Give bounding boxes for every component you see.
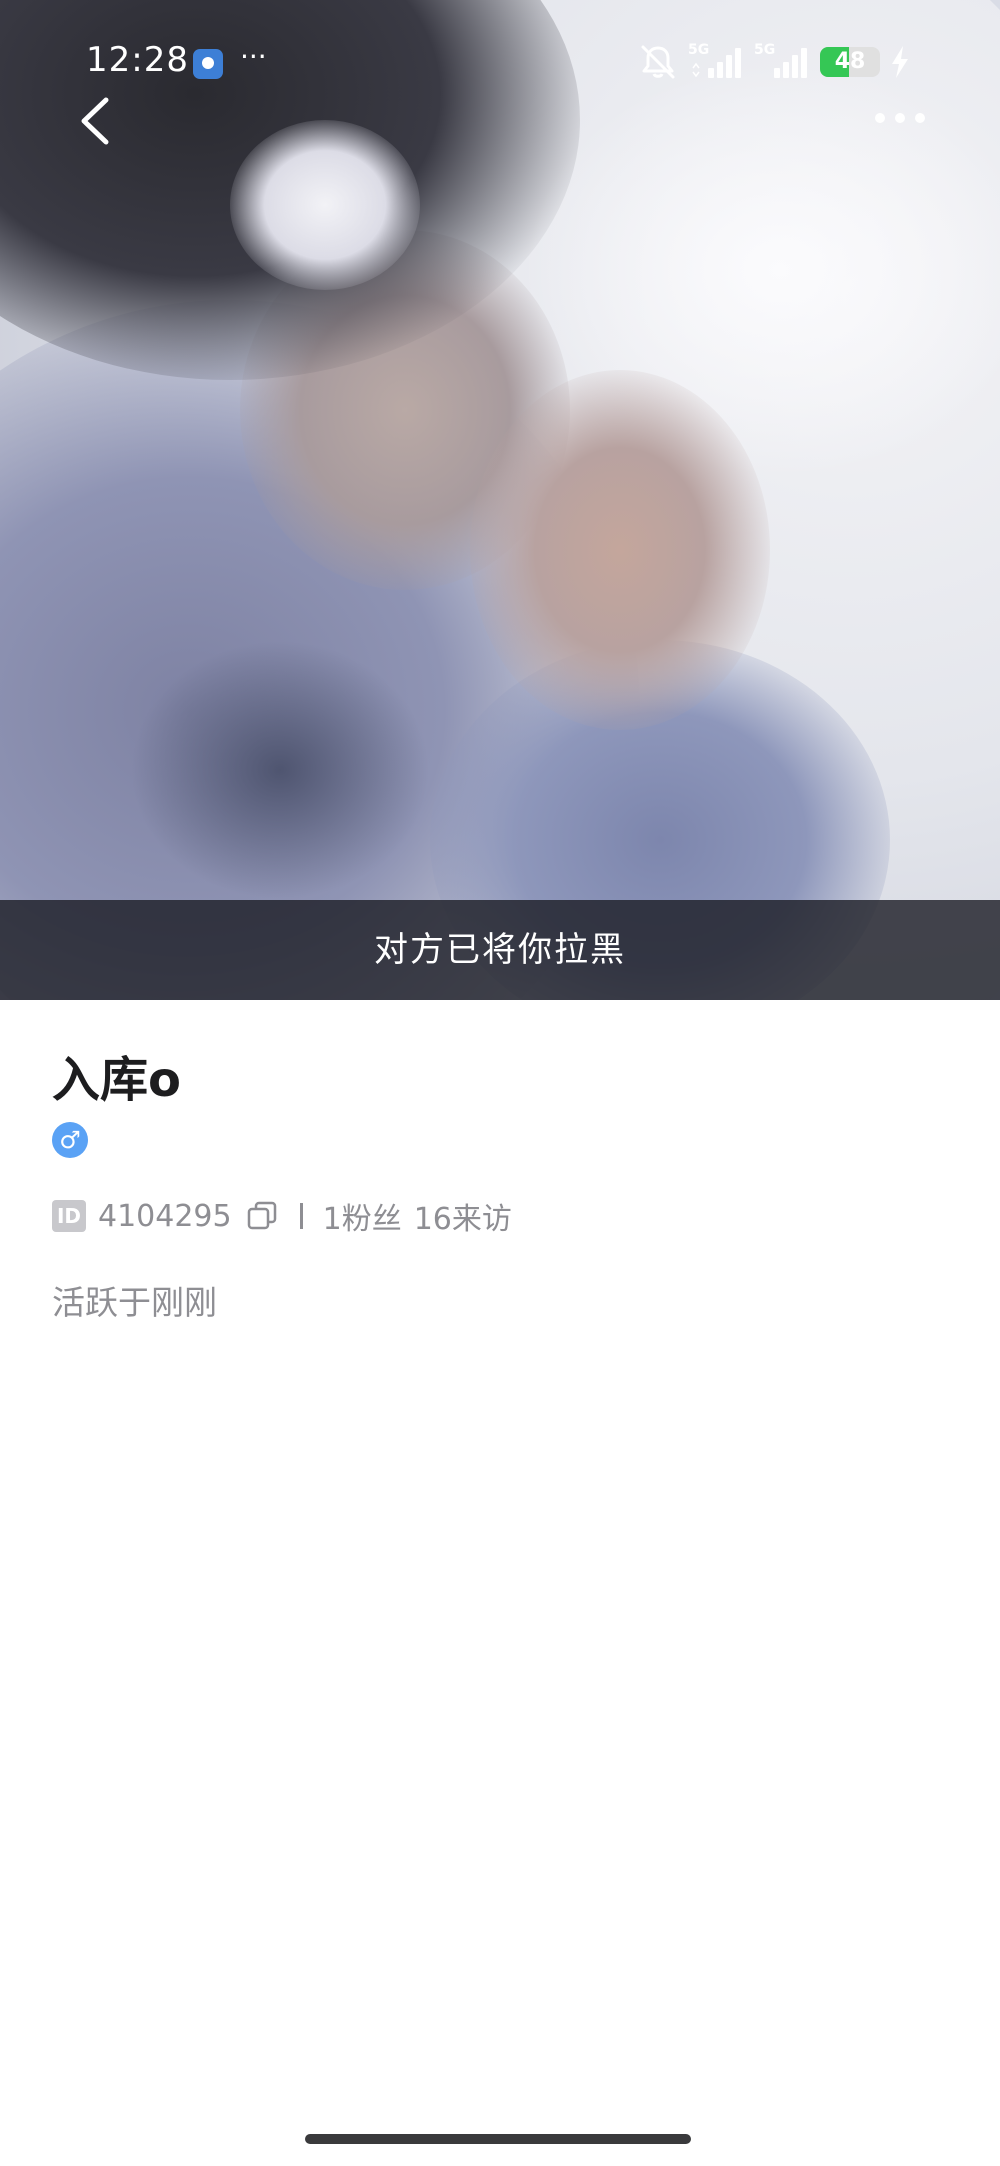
meta-divider	[299, 1203, 303, 1229]
more-notifications-icon: ···	[240, 40, 267, 73]
visitors-count[interactable]: 16来访	[414, 1194, 512, 1238]
id-label: ID	[52, 1200, 86, 1232]
signal-icon: 5G	[688, 42, 744, 80]
charging-bolt-icon	[890, 45, 910, 79]
user-id: 4104295	[98, 1198, 232, 1234]
active-status: 活跃于刚刚	[52, 1283, 217, 1322]
app-notification-icon	[193, 49, 223, 79]
blocked-notice: 对方已将你拉黑	[0, 900, 1000, 1000]
copy-icon[interactable]	[246, 1200, 278, 1232]
battery-icon: 48	[820, 47, 880, 77]
cover-shadow	[130, 640, 430, 900]
more-options-button[interactable]	[870, 100, 930, 136]
status-time: 12:28	[86, 40, 189, 80]
chevron-left-icon	[81, 97, 109, 145]
more-horizontal-icon	[875, 113, 925, 123]
status-indicators: 5G 5G 48	[638, 42, 910, 82]
battery-level: 48	[834, 49, 866, 74]
fans-count[interactable]: 1粉丝	[323, 1194, 402, 1238]
network-type: 5G	[688, 42, 710, 58]
mute-icon	[638, 44, 678, 80]
profile-cover-photo[interactable]: 12:28 ··· 5G 5G 48 对方已将你拉黑	[0, 0, 1000, 1000]
cover-figure-headphone	[230, 120, 420, 290]
cover-figure-hand	[470, 370, 770, 730]
home-indicator[interactable]	[305, 2134, 691, 2144]
back-button[interactable]	[70, 90, 120, 150]
network-type: 5G	[754, 42, 776, 58]
profile-meta-row: ID 4104295 1粉丝 16来访	[52, 1194, 524, 1238]
signal-icon: 5G	[754, 42, 810, 80]
profile-nickname: 入库o	[52, 1052, 181, 1108]
gender-male-icon: ♂	[52, 1122, 88, 1158]
